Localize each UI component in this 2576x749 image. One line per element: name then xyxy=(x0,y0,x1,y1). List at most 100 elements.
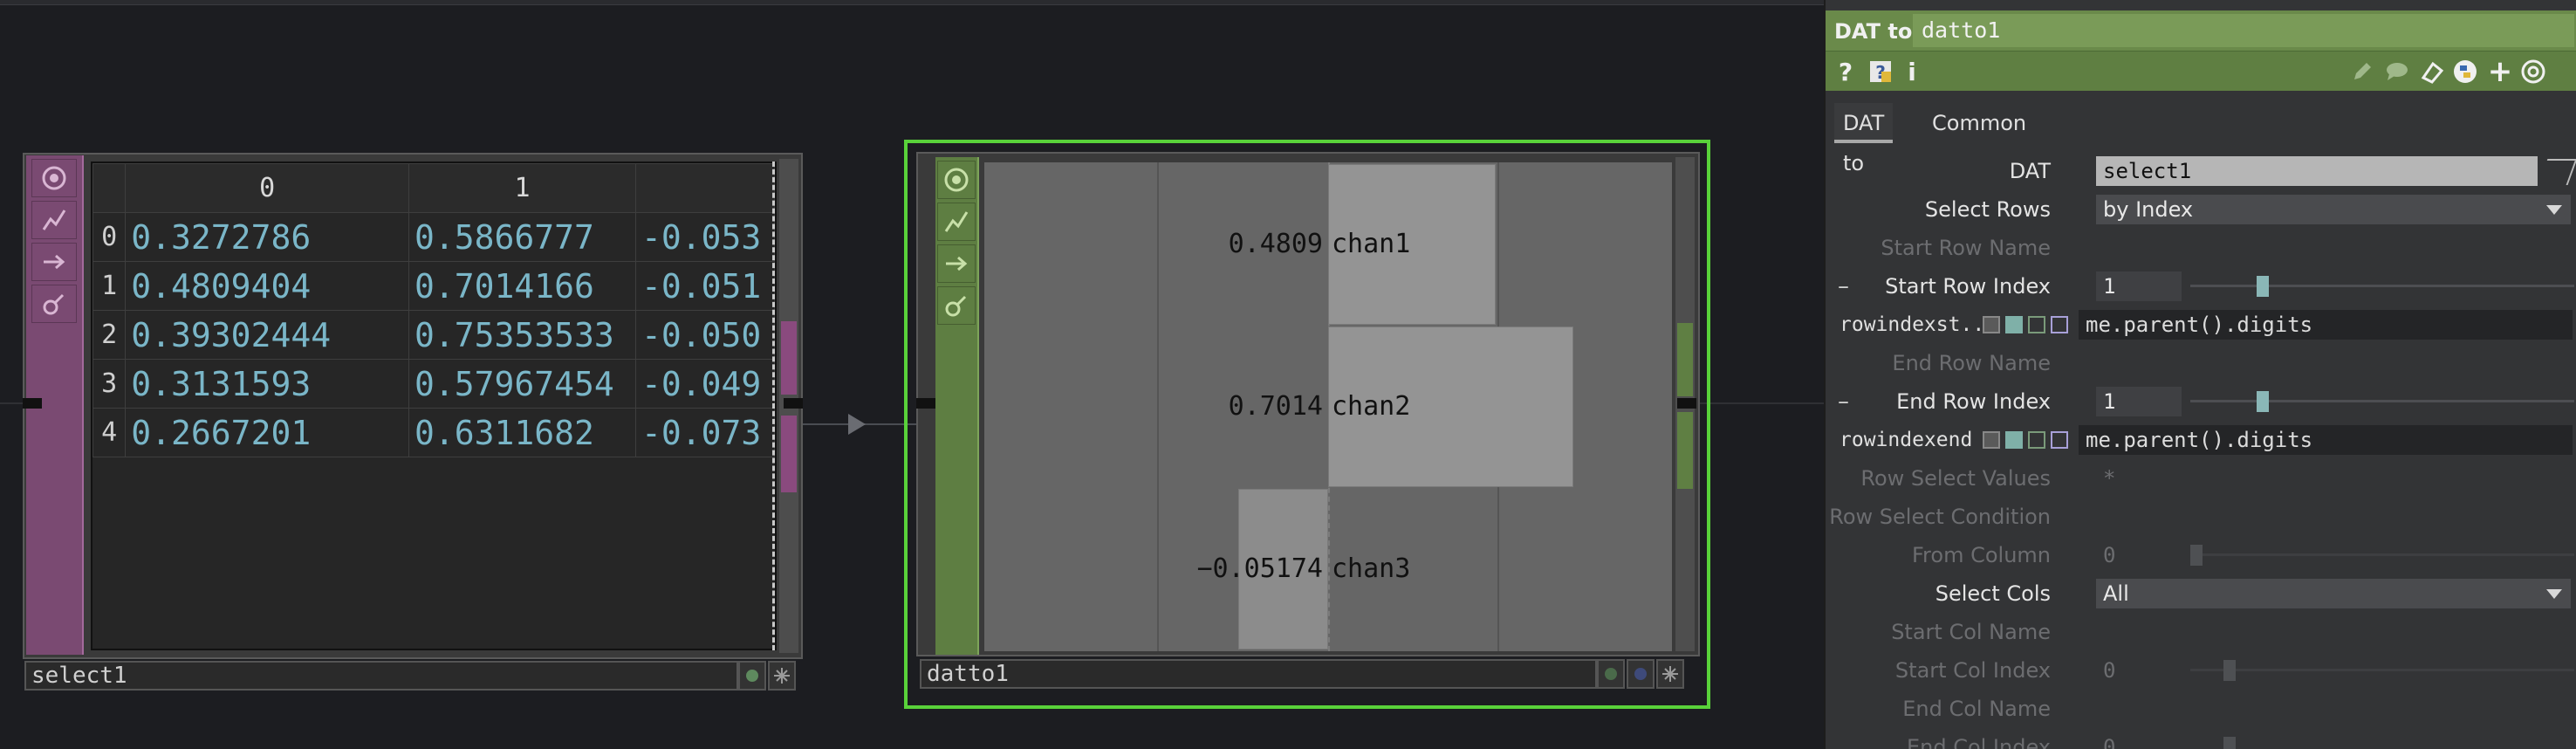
datto1-export-toggle[interactable] xyxy=(1627,659,1655,689)
mode-export-icon[interactable] xyxy=(2028,431,2045,449)
select1-viewer-toggle[interactable] xyxy=(738,661,766,691)
network-editor[interactable]: 0 1 0 0.3272786 0.5866777 -0.053 1 0.480… xyxy=(0,0,2576,749)
chevron-down-icon xyxy=(2546,589,2562,599)
datto1-channel-viewer[interactable]: 0.4809 chan1 0.7014 chan2 −0.05174 chan3 xyxy=(984,162,1672,651)
param-select-rows: Select Rows by Index xyxy=(1826,192,2576,227)
select1-name-label[interactable]: select1 xyxy=(24,661,738,691)
param-label: Start Col Name xyxy=(1891,620,2051,644)
select-rows-menu[interactable]: by Index xyxy=(2096,195,2571,224)
dat-drop-arrow-icon[interactable] xyxy=(2538,159,2576,185)
param-label: From Column xyxy=(1912,543,2051,567)
mode-constant-icon[interactable] xyxy=(1983,431,2000,449)
row-index: 0 xyxy=(92,212,127,262)
end-col-index-field[interactable]: 0 xyxy=(2096,732,2182,749)
param-label: End Col Index xyxy=(1906,735,2051,749)
param-end-row-name: End Row Name xyxy=(1826,346,2576,381)
clone-icon[interactable] xyxy=(2417,57,2447,86)
collapse-icon[interactable]: – xyxy=(1838,384,1849,419)
mode-bind-icon[interactable] xyxy=(2051,431,2068,449)
select1-pin-toggle[interactable] xyxy=(768,661,796,691)
lock-flag-icon[interactable] xyxy=(937,286,976,325)
mode-bind-icon[interactable] xyxy=(2051,316,2068,333)
param-label: End Row Index xyxy=(1896,389,2051,414)
table-cell: -0.050 xyxy=(634,310,775,360)
channel-value-label: 0.7014 xyxy=(1228,391,1323,422)
python-help-icon[interactable]: ? xyxy=(1866,57,1895,86)
start-row-index-slider[interactable] xyxy=(2190,285,2574,287)
param-select-cols: Select Cols All xyxy=(1826,576,2576,611)
select1-input-port[interactable] xyxy=(23,398,42,409)
start-col-index-field[interactable]: 0 xyxy=(2096,656,2182,685)
datto1-output-port[interactable] xyxy=(1677,398,1696,409)
info-icon[interactable]: i xyxy=(1897,57,1927,86)
table-cell: -0.053 xyxy=(634,212,775,262)
dat-field[interactable]: select1 xyxy=(2096,156,2538,186)
param-label: DAT xyxy=(2009,159,2051,183)
bypass-flag-icon[interactable] xyxy=(31,243,77,281)
cook-flag-icon[interactable] xyxy=(937,203,976,241)
row-select-values-field[interactable]: * xyxy=(2096,464,2271,493)
python-icon[interactable] xyxy=(2450,57,2480,86)
rowindexend-expression-field[interactable]: me.parent().digits xyxy=(2079,425,2573,455)
row-index: 3 xyxy=(92,359,127,409)
param-label: rowindexend xyxy=(1840,429,1973,451)
lock-flag-icon[interactable] xyxy=(31,285,77,323)
slider-knob[interactable] xyxy=(2223,660,2236,681)
wire-out-datto1 xyxy=(1696,402,1824,404)
viewer-flag-icon[interactable] xyxy=(31,159,77,197)
select1-output-port[interactable] xyxy=(784,398,803,409)
help-icon[interactable]: ? xyxy=(1831,57,1860,86)
param-label: Start Row Name xyxy=(1881,236,2051,260)
param-rowindexstart-expr: rowindexst.. me.parent().digits xyxy=(1826,307,2576,342)
rowindexstart-expression-field[interactable]: me.parent().digits xyxy=(2079,310,2573,340)
end-row-index-slider[interactable] xyxy=(2190,400,2574,402)
datto1-output-marker-2 xyxy=(1677,412,1693,489)
param-label: End Col Name xyxy=(1902,697,2051,721)
param-start-col-index: Start Col Index 0 xyxy=(1826,653,2576,688)
from-column-slider[interactable] xyxy=(2190,553,2574,556)
table-cell: 0.3272786 xyxy=(125,212,409,262)
edit-icon[interactable] xyxy=(2347,57,2377,86)
end-row-index-field[interactable]: 1 xyxy=(2096,387,2182,416)
operator-name-field[interactable]: datto1 xyxy=(1913,14,2574,47)
mode-export-icon[interactable] xyxy=(2028,316,2045,333)
bypass-flag-icon[interactable] xyxy=(937,244,976,283)
select1-table-viewer[interactable]: 0 1 0 0.3272786 0.5866777 -0.053 1 0.480… xyxy=(91,161,777,650)
add-icon[interactable]: + xyxy=(2485,54,2515,89)
param-start-row-index: – Start Row Index 1 xyxy=(1826,269,2576,304)
slider-knob[interactable] xyxy=(2257,391,2269,412)
viewer-flag-icon[interactable] xyxy=(937,161,976,199)
select-cols-menu[interactable]: All xyxy=(2096,579,2571,608)
start-col-index-slider[interactable] xyxy=(2190,669,2574,671)
target-icon[interactable] xyxy=(2518,57,2548,86)
tab-dat-to[interactable]: DAT to xyxy=(1834,103,1894,175)
select-cols-value: All xyxy=(2103,581,2129,606)
datto1-viewer-toggle[interactable] xyxy=(1597,659,1625,689)
param-end-col-name: End Col Name xyxy=(1826,691,2576,726)
table-cell: 0.39302444 xyxy=(125,310,409,360)
mode-expression-icon[interactable] xyxy=(2005,431,2023,449)
datto1-input-port[interactable] xyxy=(916,398,935,409)
mode-constant-icon[interactable] xyxy=(1983,316,2000,333)
datto1-node-flags xyxy=(935,157,979,655)
start-row-index-field[interactable]: 1 xyxy=(2096,271,2182,301)
datto1-pin-toggle[interactable] xyxy=(1656,659,1684,689)
table-cell: 0.57967454 xyxy=(408,359,636,409)
datto1-name-label[interactable]: datto1 xyxy=(920,659,1597,689)
cook-flag-icon[interactable] xyxy=(31,201,77,239)
column-header: 0 xyxy=(125,163,409,213)
param-label: Row Select Condition xyxy=(1829,505,2051,529)
slider-knob[interactable] xyxy=(2223,737,2236,749)
from-column-field[interactable]: 0 xyxy=(2096,540,2182,570)
mode-expression-icon[interactable] xyxy=(2005,316,2023,333)
slider-knob[interactable] xyxy=(2257,276,2269,297)
channel-value-label: −0.05174 xyxy=(1196,553,1324,584)
table-row: 4 0.2667201 0.6311682 -0.073 xyxy=(92,408,775,457)
collapse-icon[interactable]: – xyxy=(1838,269,1849,304)
param-label: Select Cols xyxy=(1935,581,2051,606)
column-header: 1 xyxy=(408,163,636,213)
table-cell: 0.75353533 xyxy=(408,310,636,360)
tab-common[interactable]: Common xyxy=(1923,103,2035,143)
comment-icon[interactable] xyxy=(2382,57,2412,86)
slider-knob[interactable] xyxy=(2190,545,2203,566)
